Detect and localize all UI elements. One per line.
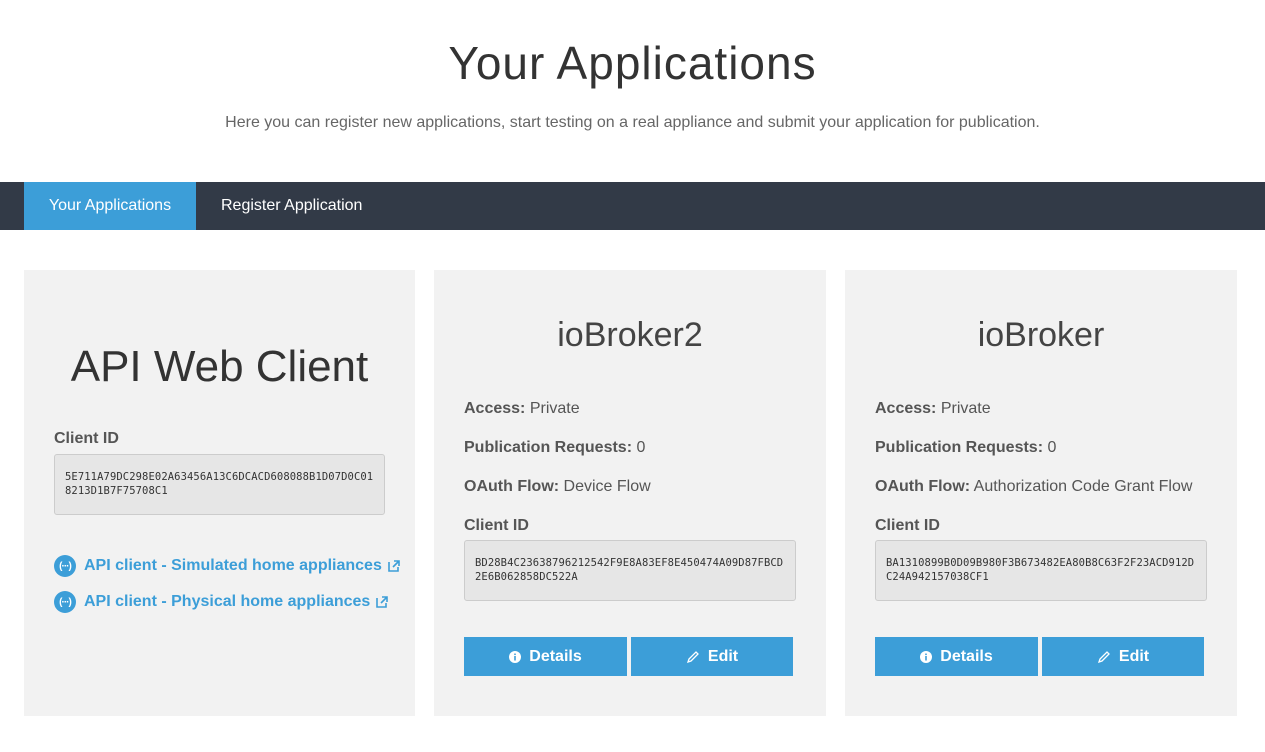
- api-client-simulated-label: API client - Simulated home appliances: [84, 557, 382, 574]
- oauth-flow-label: OAuth Flow:: [464, 478, 560, 495]
- client-id-value[interactable]: BD28B4C23638796212542F9E8A83EF8E450474A0…: [464, 540, 796, 601]
- publication-requests-label: Publication Requests:: [464, 439, 633, 456]
- api-web-client-card: API Web Client Client ID 5E711A79DC298E0…: [24, 270, 415, 716]
- publication-requests-row: Publication Requests: 0: [464, 439, 645, 457]
- oauth-flow-value: Authorization Code Grant Flow: [973, 478, 1193, 495]
- external-link-icon: [388, 560, 400, 572]
- client-id-value[interactable]: 5E711A79DC298E02A63456A13C6DCACD608088B1…: [54, 454, 385, 515]
- edit-label: Edit: [707, 647, 739, 665]
- pencil-icon: [686, 650, 700, 664]
- pencil-icon: [1097, 650, 1111, 664]
- app-card-iobroker2: ioBroker2 Access: Private Publication Re…: [434, 270, 826, 716]
- app-name: ioBroker: [977, 316, 1105, 354]
- tab-register-application[interactable]: Register Application: [221, 182, 362, 230]
- api-card-title: API Web Client: [70, 342, 369, 391]
- edit-button[interactable]: Edit: [631, 637, 793, 676]
- oauth-flow-label: OAuth Flow:: [875, 478, 971, 495]
- api-icon: (···): [54, 555, 76, 577]
- api-client-physical-label: API client - Physical home appliances: [84, 593, 371, 610]
- details-label: Details: [940, 647, 993, 665]
- info-icon: [920, 650, 933, 663]
- details-label: Details: [529, 647, 582, 665]
- access-row: Access: Private: [875, 400, 991, 418]
- edit-button[interactable]: Edit: [1042, 637, 1204, 676]
- info-icon: [509, 650, 522, 663]
- client-id-label: Client ID: [464, 517, 529, 534]
- client-id-label: Client ID: [875, 517, 940, 534]
- api-client-physical-link[interactable]: (···) API client - Physical home applian…: [54, 591, 389, 613]
- app-name: ioBroker2: [557, 316, 703, 354]
- access-label: Access:: [464, 400, 526, 417]
- publication-requests-row: Publication Requests: 0: [875, 439, 1056, 457]
- publication-requests-value: 0: [636, 439, 646, 456]
- publication-requests-value: 0: [1047, 439, 1057, 456]
- app-card-iobroker: ioBroker Access: Private Publication Req…: [845, 270, 1237, 716]
- client-id-value[interactable]: BA1310899B0D09B980F3B673482EA80B8C63F2F2…: [875, 540, 1207, 601]
- edit-label: Edit: [1118, 647, 1150, 665]
- page-title: Your Applications: [448, 37, 817, 89]
- page-subtitle: Here you can register new applications, …: [225, 114, 1040, 131]
- access-label: Access:: [875, 400, 937, 417]
- access-value: Private: [529, 400, 580, 417]
- api-icon: (···): [54, 591, 76, 613]
- oauth-flow-row: OAuth Flow: Device Flow: [464, 478, 651, 496]
- oauth-flow-value: Device Flow: [563, 478, 651, 495]
- access-value: Private: [940, 400, 991, 417]
- publication-requests-label: Publication Requests:: [875, 439, 1044, 456]
- client-id-label: Client ID: [54, 430, 119, 447]
- access-row: Access: Private: [464, 400, 580, 418]
- tab-your-applications[interactable]: Your Applications: [24, 182, 196, 230]
- details-button[interactable]: Details: [875, 637, 1038, 676]
- api-client-simulated-link[interactable]: (···) API client - Simulated home applia…: [54, 555, 400, 577]
- oauth-flow-row: OAuth Flow: Authorization Code Grant Flo…: [875, 478, 1192, 496]
- main-navbar: Your Applications Register Application: [0, 182, 1265, 230]
- external-link-icon: [376, 596, 389, 608]
- details-button[interactable]: Details: [464, 637, 627, 676]
